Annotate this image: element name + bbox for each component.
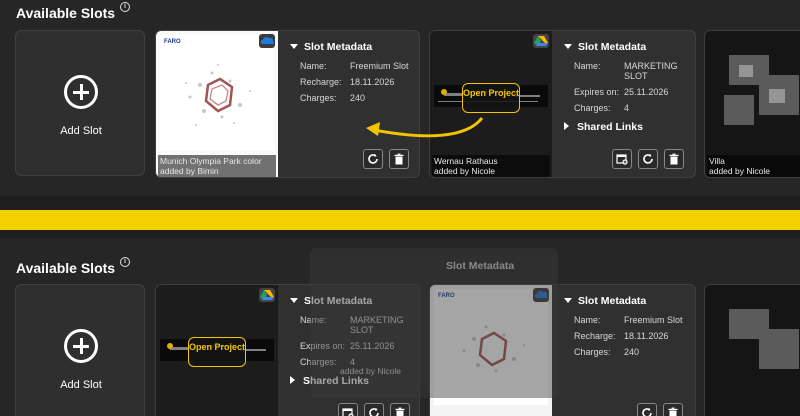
google-drive-icon xyxy=(533,34,549,48)
open-project-button[interactable]: Open Project xyxy=(188,337,246,367)
caret-down-icon xyxy=(290,44,298,49)
panel-before: Available Slots i Add Slot FARO Munich O… xyxy=(0,0,800,196)
slot-card-munich[interactable]: FARO Munich Olympia Park color added by … xyxy=(155,30,420,178)
slot-caption: Munich Olympia Park color added by Bimin xyxy=(158,155,276,177)
metadata-toggle[interactable]: Slot Metadata xyxy=(564,295,686,307)
slot-thumbnail[interactable]: Open Project Wernau Rathaus added by Nic… xyxy=(430,31,552,177)
recharge-label: Recharge: xyxy=(300,77,342,87)
refresh-button[interactable] xyxy=(637,403,657,416)
pointcloud-image xyxy=(709,289,800,405)
name-label: Name: xyxy=(574,315,601,325)
trash-icon xyxy=(395,407,405,416)
info-icon[interactable]: i xyxy=(120,257,130,267)
name-value: MARKETING SLOT xyxy=(624,61,678,81)
accent-bar xyxy=(0,210,800,230)
move-arrow xyxy=(366,117,484,138)
onedrive-icon xyxy=(259,34,275,48)
add-slot-label: Add Slot xyxy=(60,379,102,391)
charges-label: Charges: xyxy=(300,93,337,103)
metadata-table: Name: Freemium Slot Recharge: 18.11.2026 C… xyxy=(574,315,683,363)
metadata-toggle[interactable]: Slot Metadata xyxy=(290,41,412,53)
recharge-value: 18.11.2026 xyxy=(624,331,669,341)
charges-value: 4 xyxy=(624,103,630,113)
caret-down-icon xyxy=(290,298,298,303)
refresh-icon xyxy=(642,407,652,416)
trash-icon xyxy=(669,153,679,165)
slot-actions xyxy=(637,403,683,416)
slot-thumbnail[interactable]: FARO Munich Olympia Park color added by … xyxy=(156,31,278,177)
plus-icon xyxy=(64,75,98,109)
caret-right-icon xyxy=(564,122,569,130)
slot-caption: Wernau Rathaus added by Nicole xyxy=(432,155,550,177)
slot-thumbnail[interactable]: Open Project Wernau Rathaus xyxy=(156,285,278,416)
charges-value: 240 xyxy=(350,93,366,103)
trash-icon xyxy=(668,407,678,416)
page-title: Available Slots xyxy=(16,260,116,276)
name-value: Freemium Slot xyxy=(624,315,683,325)
ghost-added-by: added by Nicole xyxy=(340,366,401,376)
slot-actions xyxy=(612,149,684,169)
recharge-label: Recharge: xyxy=(574,331,616,341)
schedule-button[interactable] xyxy=(612,149,632,169)
slot-added-by: added by Nicole xyxy=(709,166,770,176)
slot-thumbnail[interactable]: Villa xyxy=(705,285,800,416)
slot-added-by: added by Bimin xyxy=(160,166,219,176)
refresh-button[interactable] xyxy=(638,149,658,169)
slot-caption: Villa added by Nicole xyxy=(707,155,800,177)
slot-card-villa[interactable]: Villa added by Nicole xyxy=(704,30,800,178)
refresh-button[interactable] xyxy=(364,403,384,416)
expires-value: 25.11.2026 xyxy=(624,87,669,97)
slot-card-villa[interactable]: Villa xyxy=(704,284,800,416)
expires-label: Expires on: xyxy=(574,87,620,97)
slot-metadata: Slot Metadata Name: MARKETING SLOT Expire… xyxy=(564,41,686,133)
add-slot-card[interactable]: Add Slot xyxy=(15,30,145,176)
delete-button[interactable] xyxy=(390,403,410,416)
add-slot-label: Add Slot xyxy=(60,125,102,137)
add-slot-card[interactable]: Add Slot xyxy=(15,284,145,416)
ghost-metadata-title: Slot Metadata xyxy=(446,260,515,272)
refresh-icon xyxy=(368,153,378,164)
calendar-add-icon xyxy=(342,408,354,416)
recharge-value: 18.11.2026 xyxy=(350,77,395,87)
name-value: Freemium Slot xyxy=(350,61,409,71)
charges-label: Charges: xyxy=(574,347,611,357)
caret-down-icon xyxy=(564,298,572,303)
panel-after: Available Slots i Add Slot Open Project … xyxy=(0,238,800,416)
slot-card-wernau[interactable]: Open Project Wernau Rathaus added by Nic… xyxy=(429,30,696,178)
refresh-icon xyxy=(369,407,379,416)
trash-icon xyxy=(394,153,404,165)
name-label: Name: xyxy=(300,61,327,71)
schedule-button[interactable] xyxy=(338,403,358,416)
metadata-toggle[interactable]: Slot Metadata xyxy=(564,41,686,53)
slot-thumbnail[interactable]: Villa added by Nicole xyxy=(705,31,800,177)
open-project-button[interactable]: Open Project xyxy=(462,83,520,113)
metadata-table: Name: MARKETING SLOT Expires on: 25.11.202… xyxy=(574,61,686,119)
slot-added-by: added by Nicole xyxy=(434,166,495,176)
name-label: Name: xyxy=(574,61,601,71)
caret-down-icon xyxy=(564,44,572,49)
caret-right-icon xyxy=(290,376,295,384)
slot-title: Wernau Rathaus xyxy=(434,156,498,166)
calendar-add-icon xyxy=(616,154,628,165)
google-drive-icon xyxy=(259,288,275,302)
pointcloud-image xyxy=(709,35,800,151)
pointcloud-image xyxy=(160,35,274,151)
metadata-table: Name: Freemium Slot Recharge: 18.11.2026 C… xyxy=(300,61,409,109)
delete-button[interactable] xyxy=(663,403,683,416)
page-title: Available Slots xyxy=(16,5,116,21)
charges-label: Charges: xyxy=(574,103,611,113)
delete-button[interactable] xyxy=(664,149,684,169)
slot-actions xyxy=(338,403,410,416)
info-icon[interactable]: i xyxy=(120,2,130,12)
drag-ghost-card: Slot Metadata added by Nicole xyxy=(310,248,558,398)
slot-metadata: Slot Metadata Name: Freemium Slot Recharg… xyxy=(290,41,412,109)
slot-metadata: Slot Metadata Name: Freemium Slot Recharg… xyxy=(564,295,686,363)
faro-logo: FARO xyxy=(164,39,181,45)
slot-title: Munich Olympia Park color xyxy=(160,156,262,166)
plus-icon xyxy=(64,329,98,363)
slot-title: Villa xyxy=(709,156,725,166)
refresh-icon xyxy=(643,153,653,164)
shared-links-toggle[interactable]: Shared Links xyxy=(564,121,686,133)
charges-value: 240 xyxy=(624,347,640,357)
